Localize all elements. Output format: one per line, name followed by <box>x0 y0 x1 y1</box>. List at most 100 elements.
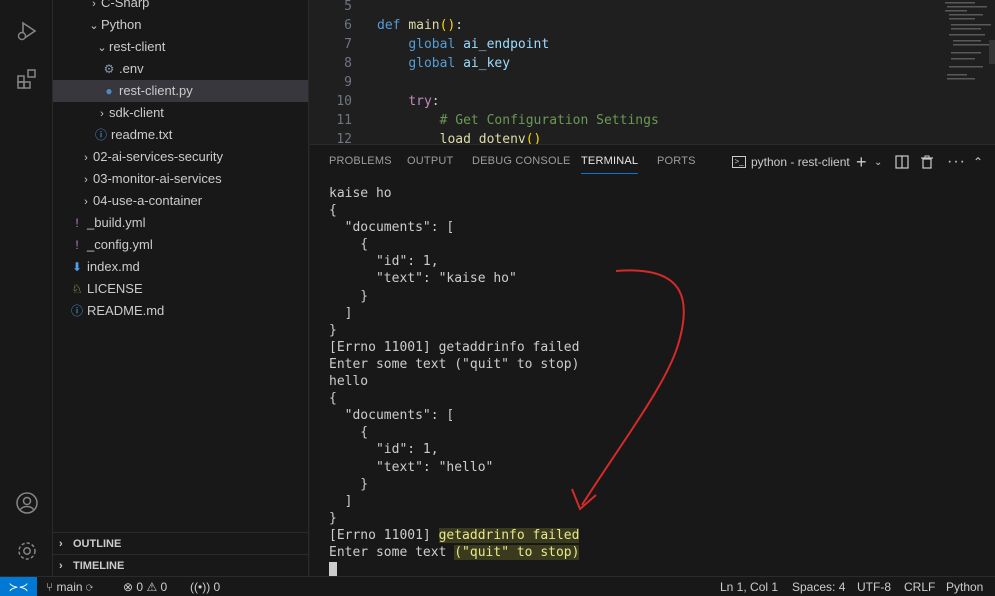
tree-file[interactable]: ⚙ .env <box>53 58 308 80</box>
new-terminal-plus-icon[interactable]: + <box>856 152 867 172</box>
code-text: load_dotenv() <box>439 132 542 144</box>
terminal-line: ] <box>329 493 353 509</box>
tree-file[interactable]: ● rest-client.py <box>53 80 308 102</box>
tree-folder[interactable]: ⌄ rest-client <box>53 36 308 58</box>
more-actions-icon[interactable]: ··· <box>947 152 966 172</box>
split-terminal-icon[interactable] <box>895 152 909 172</box>
terminal-line: "id": 1, <box>329 254 439 270</box>
chevron-down-icon[interactable]: ⌄ <box>874 152 882 172</box>
encoding-setting[interactable]: UTF-8 <box>857 577 891 596</box>
timeline-section-header[interactable]: › TIMELINE <box>53 554 308 576</box>
error-count: 0 <box>136 580 144 594</box>
explorer-sidebar: › C-Sharp ⌄ Python ⌄ rest-client ⚙ .env ● rest-cl… <box>53 0 309 576</box>
tree-item-label: index.md <box>87 259 140 274</box>
tree-folder[interactable]: › 03-monitor-ai-services <box>53 168 308 190</box>
tab-problems[interactable]: PROBLEMS <box>329 155 392 167</box>
tree-file[interactable]: ⓘ readme.txt <box>53 124 308 146</box>
outline-section-header[interactable]: › OUTLINE <box>53 532 308 554</box>
terminal-line: { <box>329 237 369 253</box>
eol-setting[interactable]: CRLF <box>904 577 935 596</box>
terminal-line: Enter some text ("quit" to stop) <box>329 544 580 560</box>
terminal-lines: kaise ho { "documents": [ { "id": 1, "tex… <box>329 185 989 561</box>
tree-item-label: C-Sharp <box>101 0 150 10</box>
panel-tab-bar: PROBLEMS OUTPUT DEBUG CONSOLE TERMINAL P… <box>310 145 995 179</box>
tree-item-label: rest-client.py <box>119 83 193 98</box>
accounts-icon[interactable] <box>14 490 40 516</box>
terminal-line: } <box>329 476 369 492</box>
bottom-panel: PROBLEMS OUTPUT DEBUG CONSOLE TERMINAL P… <box>310 144 995 579</box>
chevron-right-icon: › <box>84 174 88 186</box>
branch-indicator[interactable]: ⑂ main ⟳ <box>46 577 93 596</box>
tree-item-label: Python <box>101 17 142 32</box>
run-debug-icon[interactable] <box>14 18 40 44</box>
terminal-line: { <box>329 425 369 441</box>
tree-folder[interactable]: ⌄ Python <box>53 14 308 36</box>
extensions-icon[interactable] <box>14 66 40 92</box>
minimap[interactable] <box>945 0 995 100</box>
ports-indicator[interactable]: ((•)) 0 <box>190 577 220 596</box>
tree-file[interactable]: ♘ LICENSE <box>53 278 308 300</box>
terminal-line: "documents": [ <box>329 220 455 236</box>
line-number: 6 <box>344 18 352 33</box>
terminal-line: } <box>329 288 369 304</box>
code-editor[interactable]: 5 6 def main(): 7 global ai_endpoint 8 globa… <box>310 0 995 144</box>
gear-icon: ⚙ <box>103 62 115 76</box>
code-text: def main(): <box>377 18 464 33</box>
broadcast-icon: ((•)) <box>190 580 211 594</box>
line-number: 8 <box>344 56 352 71</box>
line-number: 12 <box>336 132 352 144</box>
terminal-line: "documents": [ <box>329 408 455 424</box>
tab-output[interactable]: OUTPUT <box>407 155 453 167</box>
line-number: 11 <box>336 113 352 128</box>
terminal-line: } <box>329 322 337 338</box>
markdown-icon: ⬇ <box>71 260 83 274</box>
maximize-panel-chevron-up-icon[interactable]: ⌃ <box>973 152 983 172</box>
chevron-right-icon: › <box>92 0 96 10</box>
tree-folder[interactable]: › sdk-client <box>53 102 308 124</box>
tab-ports[interactable]: PORTS <box>657 155 696 167</box>
warning-count: 0 <box>160 580 168 594</box>
tree-folder[interactable]: › 02-ai-services-security <box>53 146 308 168</box>
tree-file[interactable]: ⬇ index.md <box>53 256 308 278</box>
terminal-line: "text": "hello" <box>329 459 494 475</box>
tree-item-label: rest-client <box>109 39 166 54</box>
chevron-right-icon: › <box>84 152 88 164</box>
indentation-setting[interactable]: Spaces: 4 <box>792 577 845 596</box>
line-number: 5 <box>344 0 352 14</box>
terminal-line: [Errno 11001] getaddrinfo failed <box>329 339 580 355</box>
info-icon: ⓘ <box>94 128 107 142</box>
tab-terminal[interactable]: TERMINAL <box>581 155 639 174</box>
cursor-position[interactable]: Ln 1, Col 1 <box>720 577 778 596</box>
tree-folder[interactable]: › C-Sharp <box>53 0 308 14</box>
code-text: global ai_key <box>408 56 511 71</box>
tree-file[interactable]: ⓘ README.md <box>53 300 308 322</box>
trash-icon[interactable] <box>920 152 934 172</box>
settings-gear-icon[interactable] <box>14 538 40 564</box>
tab-debug-console[interactable]: DEBUG CONSOLE <box>472 155 571 167</box>
tree-file[interactable]: ! _build.yml <box>53 212 308 234</box>
terminal-output[interactable]: kaise ho { "documents": [ { "id": 1, "tex… <box>329 185 989 579</box>
license-icon: ♘ <box>71 282 83 296</box>
tree-file[interactable]: ! _config.yml <box>53 234 308 256</box>
terminal-instance-selector[interactable]: >_ python - rest-client <box>732 152 850 172</box>
terminal-line: kaise ho <box>329 186 392 201</box>
tree-item-label: 02-ai-services-security <box>93 149 224 164</box>
tree-item-label: README.md <box>87 303 165 318</box>
code-text: try: <box>408 94 440 109</box>
info-icon: ⓘ <box>70 304 83 318</box>
line-number: 10 <box>336 94 352 109</box>
language-mode[interactable]: Python <box>946 577 983 596</box>
error-icon: ⊗ <box>123 580 134 594</box>
terminal-line: ] <box>329 305 353 321</box>
chevron-right-icon: › <box>59 538 63 550</box>
terminal-line: Enter some text ("quit" to stop) <box>329 356 580 372</box>
problems-indicator[interactable]: ⊗ 0 ⚠ 0 <box>123 577 167 596</box>
ports-count: 0 <box>213 580 221 594</box>
tree-item-label: .env <box>119 61 144 76</box>
tree-folder[interactable]: › 04-use-a-container <box>53 190 308 212</box>
tree-item-label: 04-use-a-container <box>93 193 203 208</box>
warning-icon: ⚠ <box>146 580 158 594</box>
remote-window-button[interactable]: ≻≺ <box>0 577 37 596</box>
remote-icon: ≻≺ <box>8 580 29 594</box>
tree-item-label: LICENSE <box>87 281 143 296</box>
